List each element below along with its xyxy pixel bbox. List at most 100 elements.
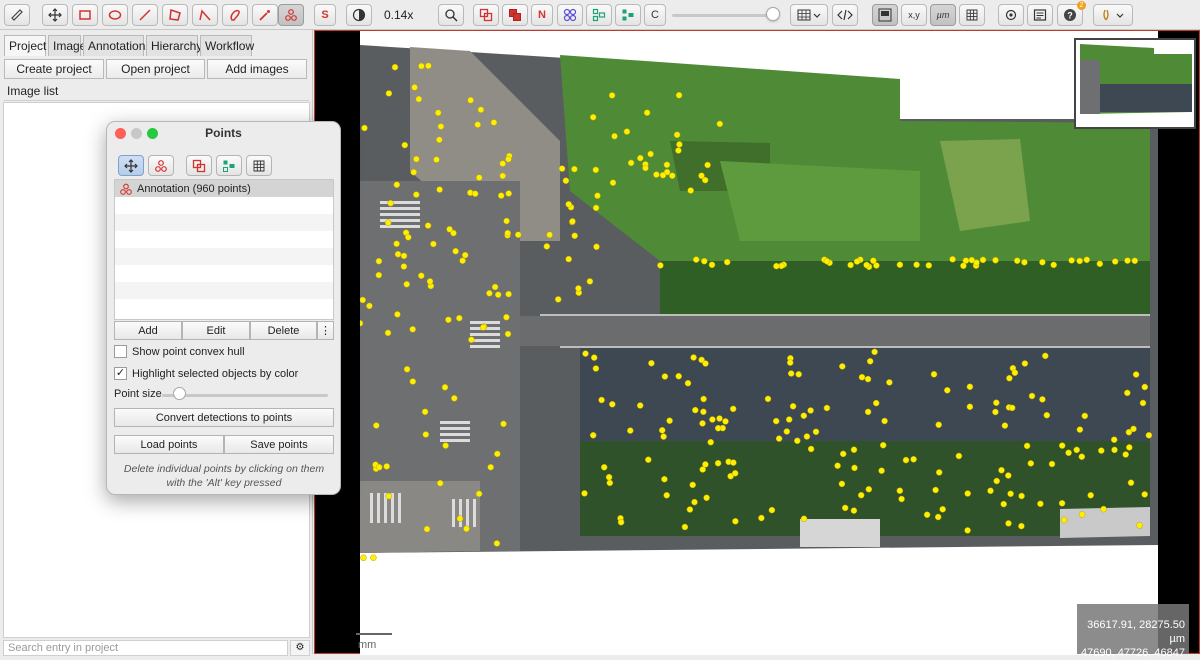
annotation-point[interactable] xyxy=(1111,258,1119,265)
annotation-point[interactable] xyxy=(623,128,631,135)
annotation-point[interactable] xyxy=(839,450,847,458)
point-size-slider-knob[interactable] xyxy=(173,387,186,400)
annotation-point[interactable] xyxy=(992,256,999,264)
annotation-point[interactable] xyxy=(702,461,709,468)
annotation-point[interactable] xyxy=(823,404,831,412)
annotation-point[interactable] xyxy=(1110,436,1118,443)
annotation-point[interactable] xyxy=(1006,374,1013,382)
annotation-point[interactable] xyxy=(661,475,668,483)
annotation-point[interactable] xyxy=(491,283,499,291)
add-button[interactable]: Add xyxy=(114,321,182,340)
annotation-point[interactable] xyxy=(783,428,791,435)
annotation-point[interactable] xyxy=(964,527,971,534)
annotation-point[interactable] xyxy=(1000,500,1007,508)
annotation-point[interactable] xyxy=(446,226,453,233)
annotation-point[interactable] xyxy=(562,177,570,184)
annotation-point[interactable] xyxy=(433,156,440,163)
annotation-point[interactable] xyxy=(637,154,644,162)
annotation-point[interactable] xyxy=(1058,442,1066,449)
annotation-point[interactable] xyxy=(582,350,589,357)
annotation-point[interactable] xyxy=(418,272,425,279)
annotation-point[interactable] xyxy=(850,507,858,514)
annotation-point[interactable] xyxy=(456,515,464,522)
annotation-point[interactable] xyxy=(979,256,987,264)
annotation-point[interactable] xyxy=(499,172,506,180)
annotation-point[interactable] xyxy=(413,155,420,163)
dialog-show-detections-button[interactable] xyxy=(216,155,242,176)
annotation-point[interactable] xyxy=(1005,520,1012,527)
annotation-point[interactable] xyxy=(593,243,600,251)
polygon-tool-button[interactable] xyxy=(162,4,188,26)
annotation-point[interactable] xyxy=(966,403,974,411)
annotation-point[interactable] xyxy=(394,250,402,258)
annotation-point[interactable] xyxy=(401,141,409,149)
annotation-point[interactable] xyxy=(955,452,963,460)
annotation-point[interactable] xyxy=(636,402,644,409)
annotation-point[interactable] xyxy=(871,348,878,356)
annotation-point[interactable] xyxy=(675,147,682,154)
annotation-point[interactable] xyxy=(424,222,432,229)
annotation-point[interactable] xyxy=(1122,451,1129,458)
annotation-point[interactable] xyxy=(839,363,846,370)
more-options-button[interactable]: ⋮ xyxy=(317,321,334,340)
annotation-point[interactable] xyxy=(1139,399,1147,407)
annotation-point[interactable] xyxy=(1058,500,1066,507)
annotation-point[interactable] xyxy=(714,459,722,467)
annotation-point[interactable] xyxy=(722,418,729,425)
annotation-point[interactable] xyxy=(663,161,671,169)
annotation-point[interactable] xyxy=(594,192,601,199)
points-move-tool-button[interactable] xyxy=(118,155,144,176)
annotation-point[interactable] xyxy=(403,281,410,288)
annotation-point[interactable] xyxy=(1141,491,1148,498)
annotation-point[interactable] xyxy=(661,373,669,380)
annotation-point[interactable] xyxy=(1007,490,1014,498)
wand-tool-button[interactable] xyxy=(252,4,278,26)
polyline-tool-button[interactable] xyxy=(192,4,218,26)
annotation-point[interactable] xyxy=(658,427,666,434)
annotation-point[interactable] xyxy=(913,261,920,268)
annotation-point[interactable] xyxy=(1018,522,1025,530)
annotation-point[interactable] xyxy=(872,399,880,407)
annotation-point[interactable] xyxy=(701,257,708,265)
annotation-point[interactable] xyxy=(403,366,411,373)
annotation-point[interactable] xyxy=(1131,257,1139,265)
annotation-point[interactable] xyxy=(1076,426,1084,433)
annotation-point[interactable] xyxy=(1124,389,1131,397)
annotation-point[interactable] xyxy=(385,90,393,97)
annotation-point[interactable] xyxy=(410,168,417,176)
grid-menu-button[interactable] xyxy=(790,4,828,26)
brightness-contrast-button[interactable] xyxy=(346,4,372,26)
annotation-point[interactable] xyxy=(723,258,731,266)
annotation-point[interactable] xyxy=(1039,396,1046,403)
image-canvas[interactable] xyxy=(356,31,1158,655)
annotation-point[interactable] xyxy=(785,416,793,423)
annotation-point[interactable] xyxy=(423,525,431,533)
annotation-point[interactable] xyxy=(930,371,938,378)
convex-hull-checkbox-row[interactable]: Show point convex hull xyxy=(114,345,245,358)
annotation-point[interactable] xyxy=(1145,432,1153,439)
annotation-point[interactable] xyxy=(494,291,502,298)
annotation-point[interactable] xyxy=(923,511,931,518)
annotation-point[interactable] xyxy=(437,123,445,130)
annotation-point[interactable] xyxy=(474,121,481,128)
annotation-point[interactable] xyxy=(499,160,506,167)
annotation-point[interactable] xyxy=(642,164,649,172)
tab-annotations[interactable]: Annotations xyxy=(83,35,151,56)
annotation-point[interactable] xyxy=(838,480,846,488)
annotation-point[interactable] xyxy=(598,396,605,404)
brush-tool-button[interactable] xyxy=(222,4,248,26)
annotation-point[interactable] xyxy=(666,417,673,424)
annotation-point[interactable] xyxy=(456,314,463,322)
annotation-point[interactable] xyxy=(647,150,654,158)
annotation-point[interactable] xyxy=(459,257,466,264)
annotation-point[interactable] xyxy=(503,217,510,225)
annotation-point[interactable] xyxy=(558,165,566,172)
annotation-point[interactable] xyxy=(422,431,430,438)
overlay-opacity-slider[interactable] xyxy=(672,14,778,17)
annotation-point[interactable] xyxy=(1073,446,1080,454)
annotation-point[interactable] xyxy=(787,370,795,377)
annotation-point[interactable] xyxy=(384,329,392,337)
annotation-point[interactable] xyxy=(1100,505,1107,513)
annotation-point[interactable] xyxy=(707,438,714,446)
annotation-point[interactable] xyxy=(393,240,400,248)
